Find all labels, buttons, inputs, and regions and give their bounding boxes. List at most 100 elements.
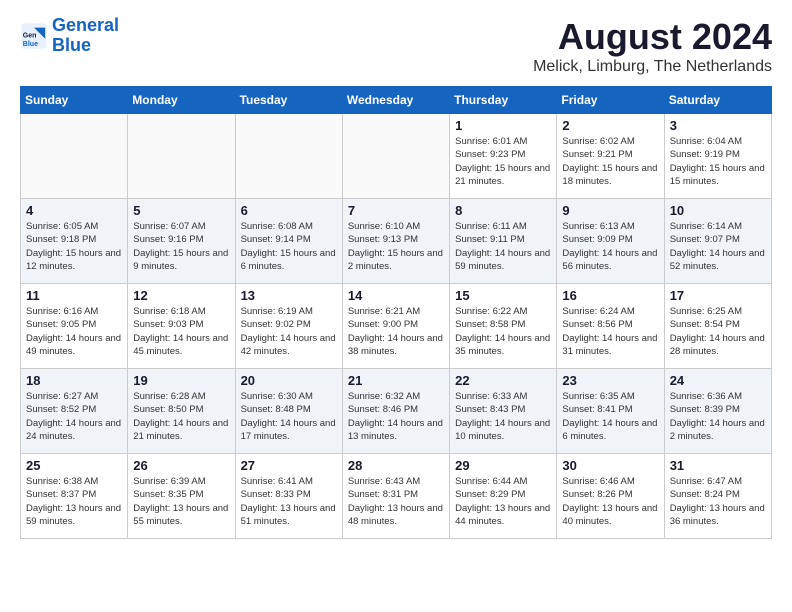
calendar-table: SundayMondayTuesdayWednesdayThursdayFrid… (20, 86, 772, 539)
weekday-header-row: SundayMondayTuesdayWednesdayThursdayFrid… (21, 87, 772, 114)
calendar-cell: 9 Sunrise: 6:13 AM Sunset: 9:09 PM Daylig… (557, 199, 664, 284)
day-info: Sunrise: 6:38 AM Sunset: 8:37 PM Dayligh… (26, 475, 122, 528)
calendar-cell: 10 Sunrise: 6:14 AM Sunset: 9:07 PM Dayli… (664, 199, 771, 284)
calendar-title: August 2024 (533, 16, 772, 58)
day-number: 17 (670, 288, 766, 303)
day-info: Sunrise: 6:43 AM Sunset: 8:31 PM Dayligh… (348, 475, 444, 528)
day-info: Sunrise: 6:08 AM Sunset: 9:14 PM Dayligh… (241, 220, 337, 273)
day-number: 27 (241, 458, 337, 473)
day-info: Sunrise: 6:13 AM Sunset: 9:09 PM Dayligh… (562, 220, 658, 273)
day-number: 21 (348, 373, 444, 388)
day-info: Sunrise: 6:46 AM Sunset: 8:26 PM Dayligh… (562, 475, 658, 528)
calendar-cell: 16Sunrise: 6:24 AM Sunset: 8:56 PM Dayli… (557, 284, 664, 369)
calendar-cell: 2 Sunrise: 6:02 AM Sunset: 9:21 PM Daylig… (557, 114, 664, 199)
day-number: 10 (670, 203, 766, 218)
calendar-cell: 8Sunrise: 6:11 AM Sunset: 9:11 PM Daylig… (450, 199, 557, 284)
calendar-cell: 26 Sunrise: 6:39 AM Sunset: 8:35 PM Dayli… (128, 454, 235, 539)
logo: Gen Blue General Blue (20, 16, 119, 56)
logo-icon: Gen Blue (20, 22, 48, 50)
calendar-cell: 25 Sunrise: 6:38 AM Sunset: 8:37 PM Dayli… (21, 454, 128, 539)
day-number: 6 (241, 203, 337, 218)
day-number: 22 (455, 373, 551, 388)
calendar-week-row: 1Sunrise: 6:01 AM Sunset: 9:23 PM Daylig… (21, 114, 772, 199)
day-number: 19 (133, 373, 229, 388)
day-number: 26 (133, 458, 229, 473)
day-info: Sunrise: 6:44 AM Sunset: 8:29 PM Dayligh… (455, 475, 551, 528)
day-number: 11 (26, 288, 122, 303)
day-info: Sunrise: 6:27 AM Sunset: 8:52 PM Dayligh… (26, 390, 122, 443)
weekday-header: Sunday (21, 87, 128, 114)
day-info: Sunrise: 6:10 AM Sunset: 9:13 PM Dayligh… (348, 220, 444, 273)
calendar-cell: 4Sunrise: 6:05 AM Sunset: 9:18 PM Daylig… (21, 199, 128, 284)
weekday-header: Friday (557, 87, 664, 114)
calendar-week-row: 18Sunrise: 6:27 AM Sunset: 8:52 PM Dayli… (21, 369, 772, 454)
day-info: Sunrise: 6:39 AM Sunset: 8:35 PM Dayligh… (133, 475, 229, 528)
svg-text:Gen: Gen (23, 32, 37, 39)
day-number: 9 (562, 203, 658, 218)
svg-text:Blue: Blue (23, 41, 38, 48)
calendar-cell: 24Sunrise: 6:36 AM Sunset: 8:39 PM Dayli… (664, 369, 771, 454)
day-number: 12 (133, 288, 229, 303)
day-info: Sunrise: 6:35 AM Sunset: 8:41 PM Dayligh… (562, 390, 658, 443)
day-info: Sunrise: 6:32 AM Sunset: 8:46 PM Dayligh… (348, 390, 444, 443)
day-number: 2 (562, 118, 658, 133)
calendar-cell: 1Sunrise: 6:01 AM Sunset: 9:23 PM Daylig… (450, 114, 557, 199)
day-info: Sunrise: 6:22 AM Sunset: 8:58 PM Dayligh… (455, 305, 551, 358)
day-info: Sunrise: 6:47 AM Sunset: 8:24 PM Dayligh… (670, 475, 766, 528)
day-number: 20 (241, 373, 337, 388)
calendar-cell: 3 Sunrise: 6:04 AM Sunset: 9:19 PM Daylig… (664, 114, 771, 199)
day-info: Sunrise: 6:11 AM Sunset: 9:11 PM Dayligh… (455, 220, 551, 273)
day-info: Sunrise: 6:04 AM Sunset: 9:19 PM Dayligh… (670, 135, 766, 188)
day-number: 25 (26, 458, 122, 473)
calendar-cell: 7 Sunrise: 6:10 AM Sunset: 9:13 PM Daylig… (342, 199, 449, 284)
calendar-cell: 23 Sunrise: 6:35 AM Sunset: 8:41 PM Dayli… (557, 369, 664, 454)
calendar-cell: 21 Sunrise: 6:32 AM Sunset: 8:46 PM Dayli… (342, 369, 449, 454)
calendar-cell: 14Sunrise: 6:21 AM Sunset: 9:00 PM Dayli… (342, 284, 449, 369)
page: Gen Blue General Blue August 2024 Melick… (0, 0, 792, 555)
day-info: Sunrise: 6:28 AM Sunset: 8:50 PM Dayligh… (133, 390, 229, 443)
calendar-cell: 22 Sunrise: 6:33 AM Sunset: 8:43 PM Dayli… (450, 369, 557, 454)
day-info: Sunrise: 6:02 AM Sunset: 9:21 PM Dayligh… (562, 135, 658, 188)
title-block: August 2024 Melick, Limburg, The Netherl… (533, 16, 772, 76)
calendar-cell: 31 Sunrise: 6:47 AM Sunset: 8:24 PM Dayli… (664, 454, 771, 539)
day-info: Sunrise: 6:05 AM Sunset: 9:18 PM Dayligh… (26, 220, 122, 273)
day-number: 28 (348, 458, 444, 473)
weekday-header: Monday (128, 87, 235, 114)
calendar-cell: 5 Sunrise: 6:07 AM Sunset: 9:16 PM Daylig… (128, 199, 235, 284)
calendar-cell: 15 Sunrise: 6:22 AM Sunset: 8:58 PM Dayli… (450, 284, 557, 369)
calendar-week-row: 4Sunrise: 6:05 AM Sunset: 9:18 PM Daylig… (21, 199, 772, 284)
calendar-cell (342, 114, 449, 199)
day-number: 5 (133, 203, 229, 218)
day-number: 7 (348, 203, 444, 218)
day-info: Sunrise: 6:25 AM Sunset: 8:54 PM Dayligh… (670, 305, 766, 358)
calendar-cell: 13 Sunrise: 6:19 AM Sunset: 9:02 PM Dayli… (235, 284, 342, 369)
calendar-cell: 6 Sunrise: 6:08 AM Sunset: 9:14 PM Daylig… (235, 199, 342, 284)
weekday-header: Saturday (664, 87, 771, 114)
calendar-cell (128, 114, 235, 199)
day-number: 31 (670, 458, 766, 473)
calendar-cell: 18Sunrise: 6:27 AM Sunset: 8:52 PM Dayli… (21, 369, 128, 454)
day-number: 29 (455, 458, 551, 473)
day-number: 30 (562, 458, 658, 473)
calendar-cell: 12 Sunrise: 6:18 AM Sunset: 9:03 PM Dayli… (128, 284, 235, 369)
calendar-cell: 19 Sunrise: 6:28 AM Sunset: 8:50 PM Dayli… (128, 369, 235, 454)
day-info: Sunrise: 6:18 AM Sunset: 9:03 PM Dayligh… (133, 305, 229, 358)
day-number: 13 (241, 288, 337, 303)
day-number: 3 (670, 118, 766, 133)
calendar-cell: 28 Sunrise: 6:43 AM Sunset: 8:31 PM Dayli… (342, 454, 449, 539)
day-info: Sunrise: 6:14 AM Sunset: 9:07 PM Dayligh… (670, 220, 766, 273)
calendar-cell: 30 Sunrise: 6:46 AM Sunset: 8:26 PM Dayli… (557, 454, 664, 539)
logo-text: General Blue (52, 16, 119, 56)
day-number: 14 (348, 288, 444, 303)
header: Gen Blue General Blue August 2024 Melick… (20, 16, 772, 76)
day-info: Sunrise: 6:19 AM Sunset: 9:02 PM Dayligh… (241, 305, 337, 358)
day-info: Sunrise: 6:16 AM Sunset: 9:05 PM Dayligh… (26, 305, 122, 358)
calendar-cell: 29 Sunrise: 6:44 AM Sunset: 8:29 PM Dayli… (450, 454, 557, 539)
calendar-cell: 20 Sunrise: 6:30 AM Sunset: 8:48 PM Dayli… (235, 369, 342, 454)
day-number: 16 (562, 288, 658, 303)
day-info: Sunrise: 6:07 AM Sunset: 9:16 PM Dayligh… (133, 220, 229, 273)
day-number: 15 (455, 288, 551, 303)
day-info: Sunrise: 6:30 AM Sunset: 8:48 PM Dayligh… (241, 390, 337, 443)
day-number: 23 (562, 373, 658, 388)
day-info: Sunrise: 6:33 AM Sunset: 8:43 PM Dayligh… (455, 390, 551, 443)
